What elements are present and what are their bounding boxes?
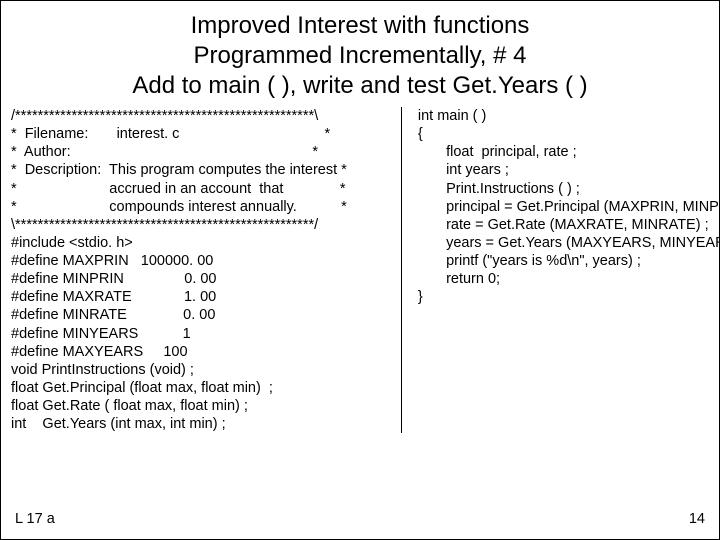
- page-number: 14: [689, 511, 705, 527]
- title-line-2: Programmed Incrementally, # 4: [11, 41, 709, 71]
- footer-left-label: L 17 a: [15, 511, 55, 527]
- slide-title: Improved Interest with functions Program…: [11, 11, 709, 101]
- right-code-block: int main ( ) { float principal, rate ; i…: [418, 107, 709, 306]
- left-column: /***************************************…: [11, 107, 402, 433]
- slide: Improved Interest with functions Program…: [0, 0, 720, 540]
- content-columns: /***************************************…: [11, 107, 709, 433]
- title-line-1: Improved Interest with functions: [11, 11, 709, 41]
- title-line-3: Add to main ( ), write and test Get.Year…: [11, 71, 709, 101]
- right-column: int main ( ) { float principal, rate ; i…: [402, 107, 709, 433]
- left-code-block: /***************************************…: [11, 107, 391, 433]
